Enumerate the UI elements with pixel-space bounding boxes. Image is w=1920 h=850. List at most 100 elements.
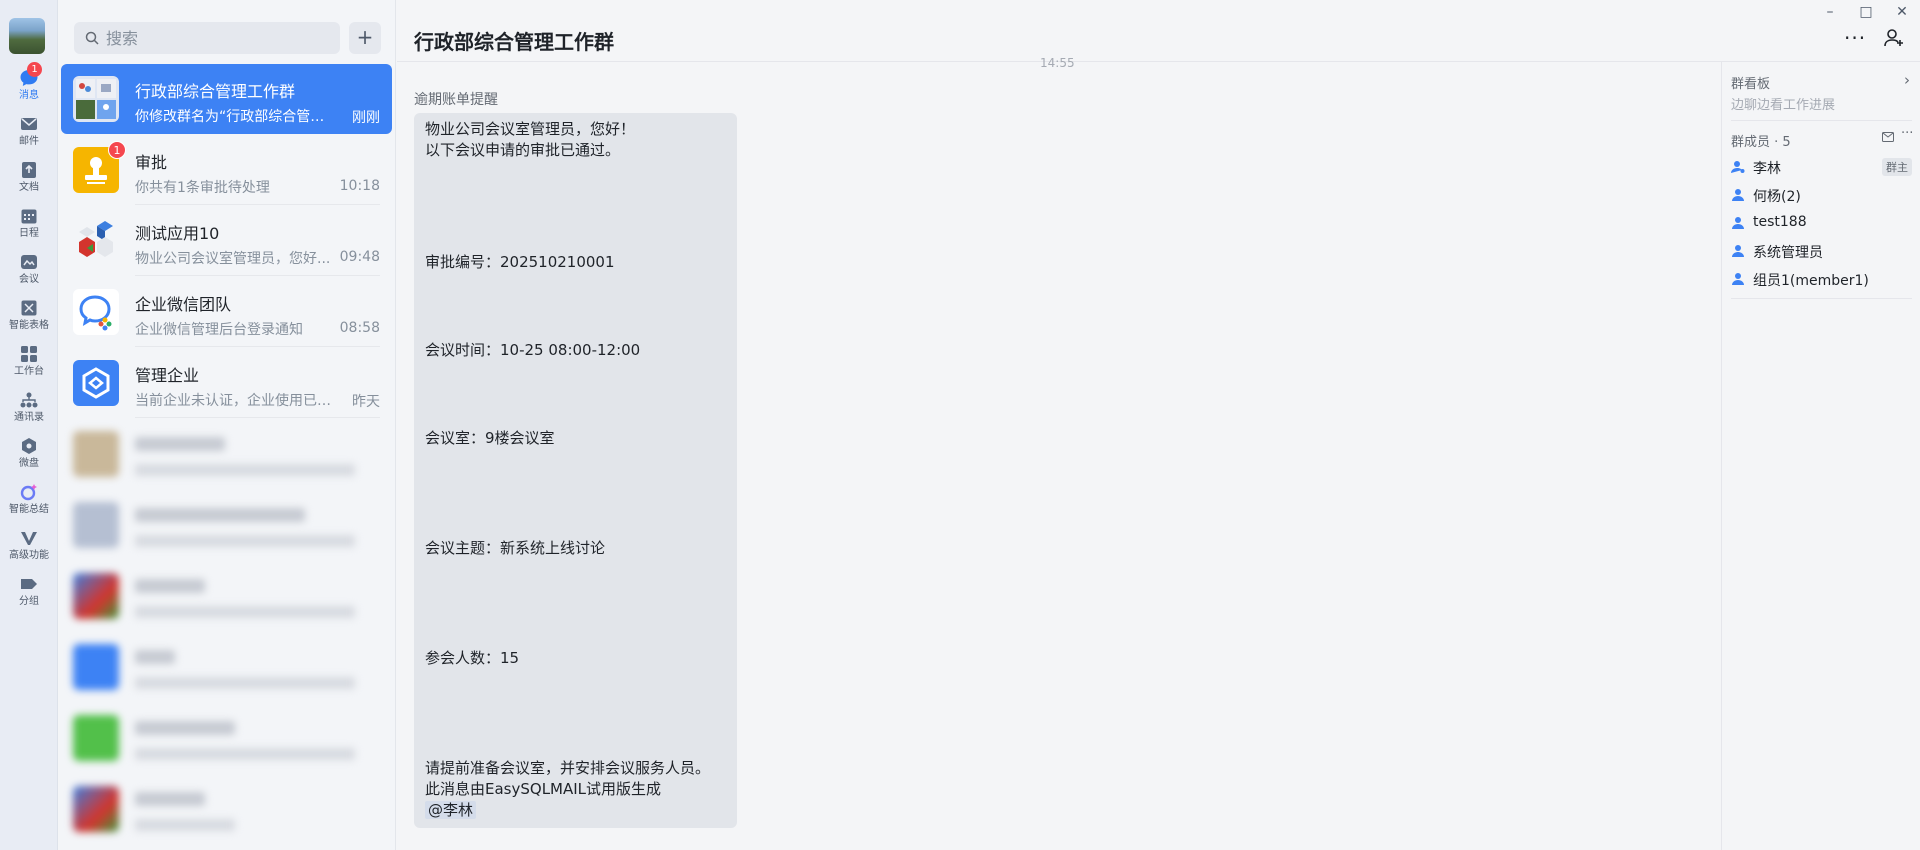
chat-title: 行政部综合管理工作群 [414, 30, 614, 54]
member-name: 何杨(2) [1753, 189, 1801, 205]
blurred-name [135, 721, 235, 735]
tag-group-icon [21, 579, 37, 589]
nav-mail[interactable]: 邮件 [0, 110, 58, 160]
conversation-snippet: 当前企业未认证，企业使用已受... [135, 393, 335, 409]
wecom-team-icon [73, 289, 119, 335]
blurred-snippet [135, 677, 355, 689]
blurred-name [135, 437, 225, 451]
conversation-name: 行政部综合管理工作群 [135, 82, 296, 101]
mail-icon [21, 118, 37, 130]
nav-messages-label: 消息 [19, 90, 39, 101]
blurred-avatar [73, 786, 119, 832]
nav-advanced[interactable]: 高级功能 [0, 524, 58, 574]
conversation-item-blurred[interactable] [61, 419, 392, 489]
blurred-snippet [135, 819, 235, 831]
conversation-snippet: 物业公司会议室管理员，您好... [135, 251, 331, 267]
person-icon [1732, 245, 1744, 257]
message-line: 会议主题：新系统上线讨论 [425, 539, 606, 557]
group-avatar [73, 76, 119, 122]
members-more-button[interactable]: ··· [1901, 126, 1913, 141]
more-options-button[interactable]: ··· [1844, 26, 1866, 50]
message-line: 会议室：9楼会议室 [425, 429, 555, 447]
member-item[interactable]: 李林 群主 [1731, 155, 1912, 179]
divider [135, 417, 380, 418]
blurred-avatar [73, 644, 119, 690]
workbench-grid-icon [21, 346, 37, 362]
maximize-button[interactable]: □ [1856, 3, 1876, 21]
chat-area: 行政部综合管理工作群 ··· 14:55 逾期账单提醒 物业公司会议室管理员，您… [397, 0, 1920, 850]
message-line: 物业公司会议室管理员，您好！ [425, 120, 636, 138]
nav-calendar-label: 日程 [19, 228, 39, 239]
mail-icon[interactable] [1882, 132, 1894, 142]
blurred-name [135, 792, 205, 806]
conversation-item-test-app[interactable]: 测试应用10 物业公司会议室管理员，您好... 09:48 [61, 206, 392, 276]
ai-summary-icon [20, 484, 37, 501]
conversation-item-manage-enterprise[interactable]: 管理企业 当前企业未认证，企业使用已受... 昨天 [61, 348, 392, 418]
blurred-snippet [135, 535, 355, 547]
nav-docs[interactable]: 文档 [0, 156, 58, 206]
conversation-time: 昨天 [352, 394, 380, 410]
add-button[interactable]: + [349, 22, 381, 54]
search-box[interactable] [74, 22, 340, 54]
unread-badge: 1 [108, 141, 126, 159]
divider [1731, 120, 1912, 121]
nav-workbench[interactable]: 工作台 [0, 340, 58, 390]
nav-contacts[interactable]: 通讯录 [0, 386, 58, 436]
message-timestamp: 14:55 [1040, 56, 1075, 70]
message-line: 以下会议申请的审批已通过。 [425, 141, 621, 159]
message-bubble[interactable]: 物业公司会议室管理员，您好！ 以下会议申请的审批已通过。 审批编号：202510… [414, 113, 737, 828]
group-board-subtitle: 边聊边看工作进展 [1731, 98, 1836, 113]
nav-ai-summary[interactable]: 智能总结 [0, 478, 58, 528]
chevron-right-icon[interactable]: › [1904, 71, 1910, 89]
add-member-icon[interactable] [1883, 27, 1905, 49]
member-name: 系统管理员 [1753, 245, 1823, 261]
nav-ai-summary-label: 智能总结 [9, 504, 49, 515]
nav-calendar[interactable]: 日程 [0, 202, 58, 252]
conversation-item-blurred[interactable] [61, 774, 392, 844]
conversation-item-wecom-team[interactable]: 企业微信团队 企业微信管理后台登录通知 08:58 [61, 277, 392, 347]
nav-messages[interactable]: 1 消息 [0, 62, 58, 114]
nav-smart-table[interactable]: 智能表格 [0, 294, 58, 344]
nav-contacts-label: 通讯录 [14, 412, 44, 423]
nav-drive-label: 微盘 [19, 458, 39, 469]
person-icon [1732, 217, 1744, 229]
message-line-mention: @李林 [425, 800, 477, 820]
blurred-snippet [135, 606, 355, 618]
member-item[interactable]: 何杨(2) [1731, 183, 1912, 207]
divider [135, 204, 380, 205]
nav-advanced-label: 高级功能 [9, 550, 49, 561]
member-name: 组员1(member1) [1753, 273, 1869, 289]
member-item[interactable]: test188 [1731, 211, 1912, 235]
member-item[interactable]: 系统管理员 [1731, 239, 1912, 263]
conversation-time: 10:18 [339, 178, 380, 194]
person-icon [1732, 189, 1744, 201]
nav-mail-label: 邮件 [19, 136, 39, 147]
mention-tag[interactable]: @李林 [425, 801, 477, 819]
blurred-avatar [73, 502, 119, 548]
conversation-snippet: 你修改群名为“行政部综合管理... [135, 109, 335, 125]
message-line: 参会人数：15 [425, 649, 520, 667]
calendar-icon [21, 209, 37, 224]
nav-meeting[interactable]: 会议 [0, 248, 58, 298]
test-app-icon [73, 218, 119, 264]
message-line: 此消息由EasySQLMAIL试用版生成 [425, 780, 662, 798]
conversation-item-blurred[interactable] [61, 561, 392, 631]
nav-groups[interactable]: 分组 [0, 570, 58, 620]
member-name: 李林 [1753, 161, 1781, 177]
nav-meeting-label: 会议 [19, 274, 39, 285]
nav-drive[interactable]: 微盘 [0, 432, 58, 482]
nav-groups-label: 分组 [19, 596, 39, 607]
conversation-item-approval[interactable]: 1 审批 你共有1条审批待处理 10:18 [61, 135, 392, 205]
user-avatar[interactable] [9, 18, 45, 54]
search-icon [85, 31, 99, 45]
members-title: 群成员 · 5 [1731, 135, 1791, 150]
conversation-item-blurred[interactable] [61, 703, 392, 773]
member-item[interactable]: 组员1(member1) [1731, 267, 1912, 291]
conversation-item-blurred[interactable] [61, 490, 392, 560]
close-button[interactable]: ✕ [1892, 3, 1912, 21]
minimize-button[interactable]: – [1820, 3, 1840, 21]
search-input[interactable] [106, 22, 326, 54]
conversation-item-blurred[interactable] [61, 632, 392, 702]
conversation-item-group[interactable]: 行政部综合管理工作群 你修改群名为“行政部综合管理... 刚刚 [61, 64, 392, 134]
person-icon [1732, 273, 1744, 285]
